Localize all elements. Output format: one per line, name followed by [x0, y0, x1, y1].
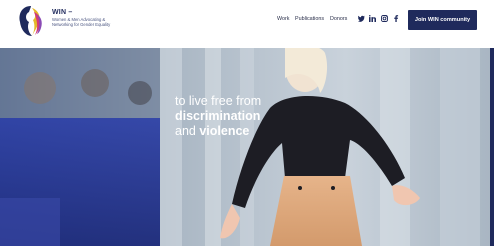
facebook-icon[interactable]: [393, 15, 399, 24]
nav-link-donors[interactable]: Donors: [330, 16, 347, 22]
brand-title: WIN –: [52, 9, 73, 16]
site-header: WIN – Women & Men Advocating & Networkin…: [0, 0, 494, 48]
hero-line-3-bold: violence: [199, 124, 250, 138]
brand-subtitle: Women & Men Advocating & Networking for …: [52, 17, 111, 28]
hero-line-3: and violence: [175, 124, 261, 139]
join-community-button[interactable]: Join WIN community: [408, 10, 477, 30]
hero-photo: [0, 48, 494, 246]
instagram-icon[interactable]: [381, 15, 388, 24]
linkedin-icon[interactable]: [369, 15, 376, 24]
win-logo[interactable]: [16, 4, 46, 38]
hero-line-2: discrimination: [175, 109, 261, 123]
hero-section: to live free from discrimination and vio…: [0, 48, 494, 246]
twitter-icon[interactable]: [357, 15, 365, 24]
nav-link-work[interactable]: Work: [277, 16, 289, 22]
hero-headline: to live free from discrimination and vio…: [175, 94, 261, 139]
hero-line-1: to live free from: [175, 94, 262, 108]
nav-link-publications[interactable]: Publications: [295, 16, 324, 22]
hero-line-3-prefix: and: [175, 124, 200, 138]
